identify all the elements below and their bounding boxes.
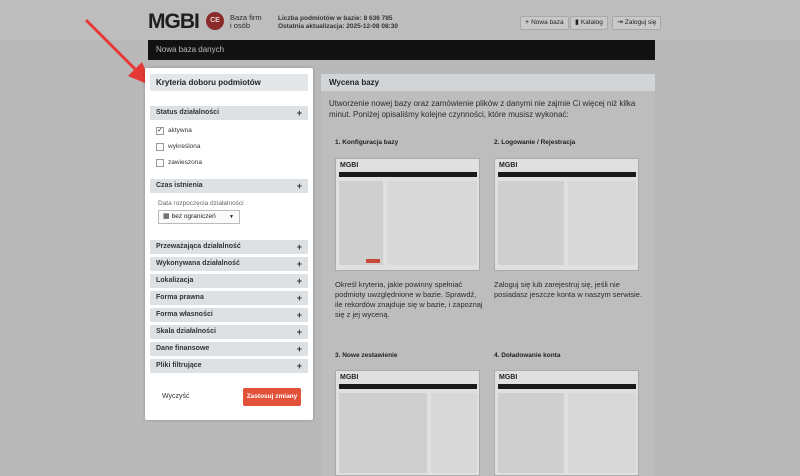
section-label: Pliki filtrujące [156,362,202,369]
checkbox-aktywna-label[interactable]: aktywna [168,127,192,134]
start-date-value: bez ograniczeń [171,213,216,220]
section-pliki-filtrujace[interactable]: Pliki filtrujące + [150,359,308,373]
apply-changes-button[interactable]: Zastosuj zmiany [243,388,301,406]
thumb-form-right [568,181,636,265]
expand-plus-icon[interactable]: + [297,257,302,271]
page-title: Nowa baza danych [156,45,225,54]
expand-plus-icon[interactable]: + [297,342,302,356]
section-label: Forma własności [156,311,213,318]
thumb-logo: MGBI [340,374,359,381]
section-skala[interactable]: Skala działalności + [150,325,308,339]
thumb-button [366,259,380,263]
checkbox-zawieszona[interactable] [156,159,164,167]
section-czas-label: Czas istnienia [156,182,203,189]
page-title-bar: Nowa baza danych [148,40,655,60]
login-button[interactable]: ⇥ Zaloguj się [612,16,662,30]
database-stats: Liczba podmiotów w bazie: 8 636 785 Osta… [278,15,398,31]
panel-intro: Utworzenie nowej bazy oraz zamówienie pl… [329,99,636,119]
section-status-header[interactable]: Status działalności + [150,106,308,120]
expand-plus-icon[interactable]: + [297,274,302,288]
expand-plus-icon[interactable]: + [297,291,302,305]
section-label: Skala działalności [156,328,216,335]
record-count: Liczba podmiotów w bazie: 8 636 785 [278,15,393,22]
expand-plus-icon[interactable]: + [297,325,302,339]
expand-plus-icon[interactable]: + [297,308,302,322]
thumb-sidebar [339,181,383,265]
panel-title: Wycena bazy [321,74,655,91]
step-1-title: 1. Konfiguracja bazy [335,139,399,146]
logo-tagline: Baza firm i osób [230,14,270,30]
login-icon: ⇥ [617,19,623,26]
expand-plus-icon[interactable]: + [297,106,302,120]
last-update: Ostatnia aktualizacja: 2025-12-08 08:30 [278,23,398,30]
step-4-title: 4. Doładowanie konta [494,352,561,359]
section-czas-header[interactable]: Czas istnienia + [150,179,308,193]
thumb-form-right [568,393,636,473]
step-2-description: Zaloguj się lub zarejestruj się, jeśli n… [494,280,642,299]
section-forma-prawna[interactable]: Forma prawna + [150,291,308,305]
start-date-label: Data rozpoczęcia działalności [158,200,244,207]
logo-badge-icon: CE [206,12,224,30]
checkbox-aktywna[interactable]: ✓ [156,127,164,135]
section-label: Przeważająca działalność [156,243,241,250]
thumb-logo: MGBI [499,162,518,169]
checkbox-zawieszona-label[interactable]: zawieszona [168,159,202,166]
thumb-chart-area [339,393,427,473]
section-label: Lokalizacja [156,277,194,284]
thumb-form-left [498,393,564,473]
thumb-summary [431,393,477,473]
thumb-logo: MGBI [340,162,359,169]
step-2-title: 2. Logowanie / Rejestracja [494,139,576,146]
login-label: Zaloguj się [624,19,657,26]
step-1-thumbnail: MGBI [335,158,480,271]
catalog-button[interactable]: ▮ Katalog [570,16,608,30]
clear-button[interactable]: Wyczyść [162,393,190,400]
thumb-logo: MGBI [499,374,518,381]
sidebar-title: Kryteria doboru podmiotów [150,74,308,91]
thumb-bar [498,384,636,389]
checkbox-wykreslona-label[interactable]: wykreślona [168,143,201,150]
plus-icon: + [525,19,530,26]
expand-plus-icon[interactable]: + [297,240,302,254]
new-database-button[interactable]: + Nowa baza [520,16,569,30]
step-3-title: 3. Nowe zestawienie [335,352,398,359]
criteria-sidebar: Kryteria doboru podmiotów Status działal… [145,68,313,420]
catalog-label: Katalog [580,19,603,26]
section-label: Dane finansowe [156,345,210,352]
step-1-description: Określ kryteria, jakie powinny spełniać … [335,280,483,319]
step-2-thumbnail: MGBI [494,158,639,271]
step-4-thumbnail: MGBI [494,370,639,476]
section-dane-finansowe[interactable]: Dane finansowe + [150,342,308,356]
checkbox-wykreslona[interactable] [156,143,164,151]
section-forma-wlasnosci[interactable]: Forma własności + [150,308,308,322]
step-3-thumbnail: MGBI [335,370,480,476]
new-database-label: Nowa baza [531,19,564,26]
pricing-panel: Wycena bazy Utworzenie nowej bazy oraz z… [321,74,655,476]
book-icon: ▮ [575,19,579,26]
section-status-label: Status działalności [156,109,220,116]
thumb-form-left [498,181,564,265]
logo-tagline-line-2: i osób [230,21,251,30]
section-label: Wykonywana działalność [156,260,240,267]
thumb-main [387,181,477,265]
section-label: Forma prawna [156,294,204,301]
section-przewazajaca[interactable]: Przeważająca działalność + [150,240,308,254]
thumb-bar [339,172,477,177]
chevron-down-icon: ▼ [229,214,234,220]
thumb-bar [498,172,636,177]
section-lokalizacja[interactable]: Lokalizacja + [150,274,308,288]
start-date-select[interactable]: ▦ bez ograniczeń ▼ [158,210,240,224]
section-wykonywana[interactable]: Wykonywana działalność + [150,257,308,271]
arrow-shaft [84,18,142,76]
expand-plus-icon[interactable]: + [297,359,302,373]
thumb-bar [339,384,477,389]
expand-plus-icon[interactable]: + [297,179,302,193]
calendar-icon: ▦ [163,213,170,220]
